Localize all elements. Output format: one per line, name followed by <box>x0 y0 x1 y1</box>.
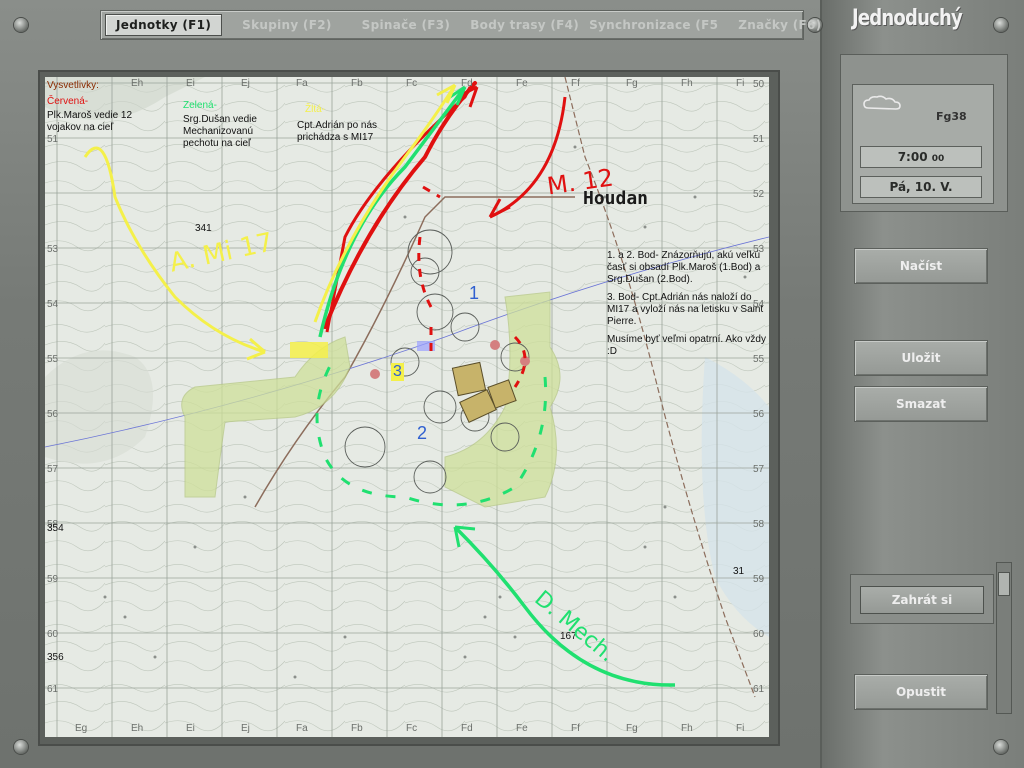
grid-col-label: Fh <box>681 723 693 734</box>
elevation-label: 341 <box>195 223 212 234</box>
grid-col-label: Fb <box>351 723 363 734</box>
legend-title: Vysvetlivky: <box>47 80 99 91</box>
mission-time-value: 7:00 <box>897 150 928 164</box>
play-button[interactable]: Zahrát si <box>860 586 984 614</box>
screw-icon <box>994 18 1008 32</box>
grid-row-label: 60 <box>47 629 59 640</box>
grid-row-label: 56 <box>47 409 59 420</box>
grid-col-label: Fc <box>406 78 418 89</box>
elevation-label: 354 <box>47 523 64 534</box>
point-label: 3 <box>391 363 404 381</box>
grid-row-label: 51 <box>47 134 59 145</box>
tab-waypoints[interactable]: Body trasy (F4) <box>460 15 589 35</box>
tab-synchronization[interactable]: Synchronizace (F5 <box>589 15 728 35</box>
grid-col-label: Fc <box>406 723 418 734</box>
delete-button[interactable]: Smazat <box>854 386 988 422</box>
grid-col-label: Fd <box>461 723 473 734</box>
grid-row-label: 57 <box>47 464 59 475</box>
load-button[interactable]: Načíst <box>854 248 988 284</box>
grid-row-label: 54 <box>47 299 59 310</box>
map-view[interactable]: Eh Ei Ej Fa Fb Fc Fd Fe Ff Fg Fh Fi Eg E… <box>45 77 769 737</box>
legend-green-text: Srg.Dušan vedie Mechanizovanú pechotu na… <box>183 114 257 149</box>
grid-row-label: 53 <box>47 244 59 255</box>
grid-row-label: 59 <box>753 574 765 585</box>
grid-row-label: 61 <box>753 684 765 695</box>
tab-markers[interactable]: Značky (F6) <box>728 15 831 35</box>
mission-date[interactable]: Pá, 10. V. <box>860 176 982 198</box>
grid-row-label: 57 <box>753 464 765 475</box>
grid-row-label: 60 <box>753 629 765 640</box>
grid-row-label: 58 <box>753 519 765 530</box>
elevation-label: 356 <box>47 652 64 663</box>
grid-col-label: Ff <box>571 723 580 734</box>
mission-time[interactable]: 7:00 00 <box>860 146 982 168</box>
legend-yellow-text: Cpt.Adrián po nás prichádza s MI17 <box>297 120 378 143</box>
editor-tabbar: Jednotky (F1) Skupiny (F2) Spinače (F3) … <box>100 10 821 40</box>
exit-button[interactable]: Opustit <box>854 674 988 710</box>
legend-red-text: Plk.Maroš vedie 12 vojakov na cieľ <box>47 110 133 133</box>
grid-row-label: 52 <box>753 189 765 200</box>
grid-col-label: Ff <box>571 78 580 89</box>
grid-row-label: 56 <box>753 409 765 420</box>
screw-icon <box>14 740 28 754</box>
grid-row-label: 59 <box>47 574 59 585</box>
save-button[interactable]: Uložit <box>854 340 988 376</box>
grid-row-label: 61 <box>47 684 59 695</box>
tab-groups[interactable]: Skupiny (F2) <box>232 15 342 35</box>
grid-col-label: Fd <box>461 78 473 89</box>
grid-col-label: Fe <box>516 723 528 734</box>
grid-row-label: 50 <box>753 79 765 90</box>
grid-col-label: Fi <box>736 78 745 89</box>
grid-col-label: Ej <box>241 78 250 89</box>
legend-red-label: Červená- <box>47 96 89 107</box>
map-position: Fg38 <box>936 110 967 123</box>
grid-col-label: Fg <box>626 723 638 734</box>
grid-col-label: Ei <box>186 78 195 89</box>
difficulty-title: Jednoduchý <box>852 6 963 31</box>
grid-row-label: 51 <box>753 134 765 145</box>
grid-col-label: Fa <box>296 723 308 734</box>
tab-units[interactable]: Jednotky (F1) <box>105 14 223 36</box>
mission-time-seconds: 00 <box>931 154 945 164</box>
legend-yellow-label: Žltá- <box>305 104 325 115</box>
point-label: 2 <box>417 423 428 443</box>
grid-col-label: Fb <box>351 78 363 89</box>
screw-icon <box>14 18 28 32</box>
grid-col-label: Fh <box>681 78 693 89</box>
yellow-landing-zone <box>290 342 328 358</box>
mission-note: Musíme byť veľmi opatrní. Ako vždy :D <box>607 334 766 357</box>
grid-col-label: Eg <box>75 723 88 734</box>
cloud-icon <box>863 95 901 110</box>
tab-triggers[interactable]: Spinače (F3) <box>352 15 461 35</box>
map-canvas <box>45 77 769 737</box>
mission-note: 1. a 2. Bod- Znázorňujú, akú veľkú časť … <box>607 250 761 285</box>
grid-col-label: Eh <box>131 723 144 734</box>
legend-green-label: Zelená- <box>183 100 217 111</box>
grid-col-label: Ei <box>186 723 195 734</box>
point-label: 1 <box>469 283 480 303</box>
grid-col-label: Fa <box>296 78 308 89</box>
grid-col-label: Eh <box>131 78 144 89</box>
grid-col-label: Fg <box>626 78 638 89</box>
grid-col-label: Fe <box>516 78 528 89</box>
screw-icon <box>994 740 1008 754</box>
mission-note: 3. Bod- Cpt.Adrián nás naloží do MI17 a … <box>607 292 764 327</box>
grid-row-label: 55 <box>47 354 59 365</box>
grid-col-label: Fi <box>736 723 745 734</box>
grid-col-label: Ej <box>241 723 250 734</box>
slider-handle[interactable] <box>998 572 1010 596</box>
elevation-label: 31 <box>733 566 745 577</box>
